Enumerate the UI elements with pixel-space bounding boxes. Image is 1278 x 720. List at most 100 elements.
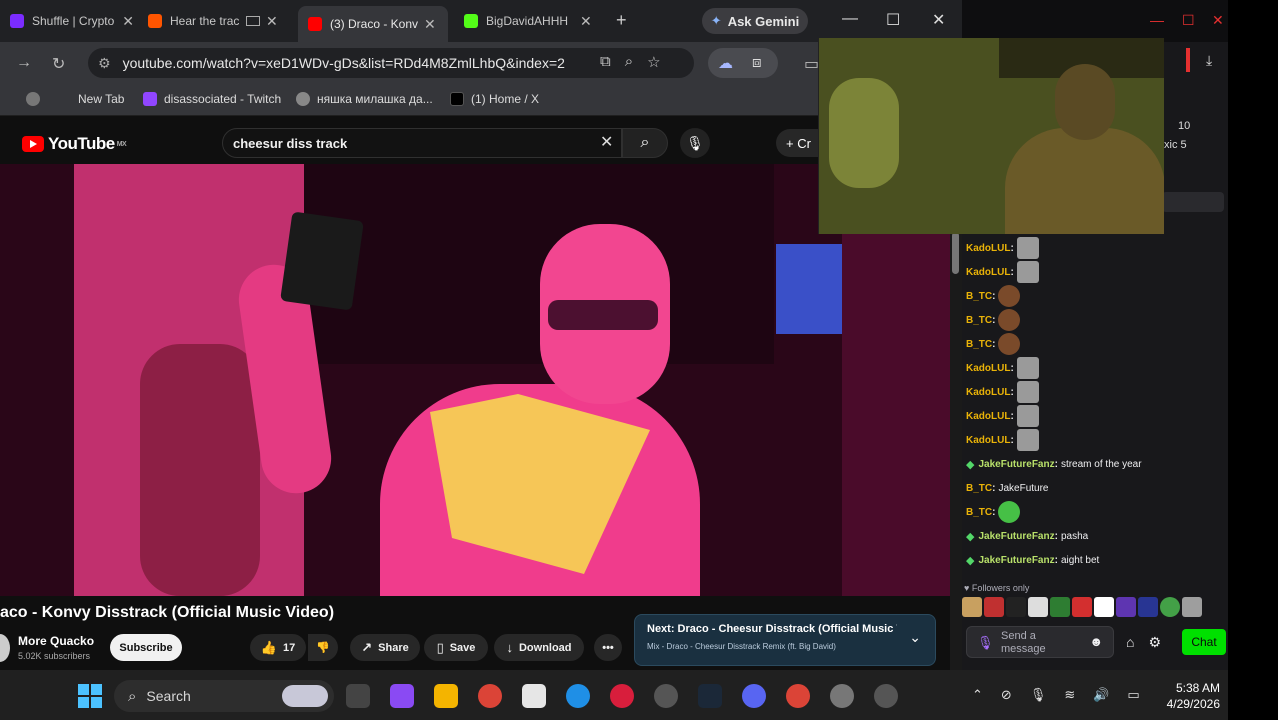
youtube-logo[interactable]: YouTube MX	[22, 134, 127, 154]
sidepanel-icon[interactable]: ▭	[804, 54, 819, 74]
tab-shuffle[interactable]: Shuffle | Crypto ✕	[0, 6, 134, 36]
video-player[interactable]	[0, 164, 950, 596]
subscribe-button[interactable]: Subscribe	[110, 634, 182, 661]
taskbar-search[interactable]: ⌕ Search	[114, 680, 334, 712]
settings-icon[interactable]	[830, 684, 854, 708]
share-button[interactable]: ↗ Share	[350, 634, 420, 661]
chat-message: B_TC:	[966, 332, 1226, 356]
bookmark-twitch[interactable]: disassociated - Twitch	[143, 92, 281, 106]
bookmark-label: (1) Home / X	[471, 92, 540, 106]
thumbs-down-icon: 👎	[316, 642, 330, 654]
chrome-active-icon[interactable]	[786, 684, 810, 708]
media-player-icon[interactable]	[654, 684, 678, 708]
download-icon[interactable]: ⤓	[1206, 52, 1212, 69]
steam-icon[interactable]	[698, 684, 722, 708]
webcam-overlay	[818, 38, 1164, 234]
puzzle-icon[interactable]: ⧈	[752, 54, 762, 71]
opera-icon[interactable]	[610, 684, 634, 708]
close-icon[interactable]: ✕	[424, 16, 436, 33]
wifi-icon[interactable]: ≋	[1064, 687, 1075, 703]
extensions-pill[interactable]: ☁ ⧈	[708, 48, 778, 78]
more-actions-button[interactable]: •••	[594, 634, 622, 661]
chat-send-button[interactable]: Chat	[1182, 629, 1226, 655]
tab-kick[interactable]: BigDavidAHHH ✕	[454, 6, 604, 36]
windows-start-button[interactable]	[78, 684, 102, 708]
bookmark-nyashka[interactable]: няшка милашка да...	[296, 92, 433, 106]
security-icon[interactable]: ⊘	[1001, 687, 1012, 703]
clear-search-icon[interactable]: ✕	[600, 132, 613, 152]
task-view-icon[interactable]	[346, 684, 370, 708]
bookmark-label: New Tab	[78, 92, 125, 106]
cat-emote-icon	[1016, 381, 1039, 403]
tab-title: BigDavidAHHH	[486, 14, 569, 28]
emote-icon[interactable]	[1028, 597, 1048, 617]
maximize-icon[interactable]: ☐	[886, 10, 900, 30]
bookmark-star-icon[interactable]: ☆	[647, 53, 660, 71]
emote-icon[interactable]	[984, 597, 1004, 617]
site-info-icon[interactable]: ⚙	[98, 55, 111, 72]
emote-icon[interactable]	[1072, 597, 1092, 617]
mic-icon[interactable]: 🎙	[1030, 687, 1047, 703]
emote-icon[interactable]	[1182, 597, 1202, 617]
reload-icon[interactable]: ↻	[52, 54, 65, 74]
chevron-down-icon[interactable]: ⌄	[909, 629, 921, 646]
chrome-icon[interactable]	[478, 684, 502, 708]
download-button[interactable]: ↓ Download	[494, 634, 584, 661]
maximize-icon[interactable]: ☐	[1182, 12, 1195, 29]
search-query: cheesur diss track	[233, 135, 348, 151]
bookmark-x[interactable]: (1) Home / X	[450, 92, 539, 106]
up-next-card[interactable]: Next: Draco - Cheesur Disstrack (Officia…	[634, 614, 936, 666]
gemini-extension-icon[interactable]: ☁	[718, 54, 733, 72]
minimize-icon[interactable]: —	[842, 10, 858, 28]
emoji-icon[interactable]: ☻	[1089, 634, 1103, 649]
bookmark-new-tab[interactable]: New Tab	[78, 92, 124, 106]
ask-gemini-button[interactable]: ✦ Ask Gemini	[702, 8, 808, 34]
dislike-button[interactable]: 👎	[308, 634, 338, 661]
emote-icon[interactable]	[1138, 597, 1158, 617]
youtube-search-input[interactable]: cheesur diss track	[222, 128, 622, 158]
emote-icon[interactable]	[1050, 597, 1070, 617]
tab-youtube[interactable]: (3) Draco - Konvy ✕	[298, 6, 448, 42]
chat-message: B_TC:	[966, 308, 1226, 332]
chat-message-input[interactable]: 🎙 Send a message ☻	[966, 626, 1114, 658]
emote-icon[interactable]	[962, 597, 982, 617]
search-button[interactable]: ⌕	[622, 128, 668, 158]
emote-icon[interactable]	[1006, 597, 1026, 617]
face-emote-icon	[998, 309, 1021, 331]
chat-search-box[interactable]	[1162, 192, 1224, 212]
close-icon[interactable]: ✕	[122, 13, 134, 30]
edge-icon[interactable]	[566, 684, 590, 708]
save-button[interactable]: ▯ Save	[424, 634, 488, 661]
emote-icon[interactable]	[1160, 597, 1180, 617]
battery-icon[interactable]: ▭	[1127, 687, 1139, 703]
file-explorer-icon[interactable]	[434, 684, 458, 708]
chevron-up-icon[interactable]: ⌃	[972, 687, 983, 703]
store-icon[interactable]: ⌂	[1126, 634, 1134, 651]
emote-strip[interactable]	[962, 597, 1202, 619]
clock[interactable]: 5:38 AM 4/29/2026	[1148, 680, 1220, 712]
new-tab-button[interactable]: +	[616, 10, 627, 31]
minimize-icon[interactable]: —	[1150, 12, 1164, 28]
game-app-icon[interactable]	[874, 684, 898, 708]
voice-search-button[interactable]: 🎙	[680, 128, 710, 158]
tab-soundcloud[interactable]: Hear the track ✕	[138, 6, 294, 36]
emote-icon[interactable]	[1094, 597, 1114, 617]
cast-icon	[246, 16, 260, 26]
gear-icon[interactable]: ⚙	[1148, 634, 1161, 651]
zoom-icon[interactable]: ⌕	[625, 53, 633, 71]
mic-icon[interactable]: 🎙	[977, 635, 994, 651]
scrollbar-thumb[interactable]	[952, 232, 959, 274]
close-icon[interactable]: ✕	[580, 13, 592, 30]
discord-icon[interactable]	[742, 684, 766, 708]
close-window-icon[interactable]: ✕	[932, 10, 945, 30]
like-button[interactable]: 👍 17	[250, 634, 306, 661]
store-icon[interactable]	[522, 684, 546, 708]
close-icon[interactable]: ✕	[266, 13, 278, 30]
volume-icon[interactable]: 🔊	[1093, 687, 1109, 703]
install-app-icon[interactable]: ⧉	[600, 53, 611, 71]
copilot-icon[interactable]	[390, 684, 414, 708]
close-window-icon[interactable]: ✕	[1212, 12, 1224, 29]
channel-name[interactable]: More Quacko	[18, 634, 94, 648]
emote-icon[interactable]	[1116, 597, 1136, 617]
forward-icon[interactable]: →	[16, 54, 32, 72]
